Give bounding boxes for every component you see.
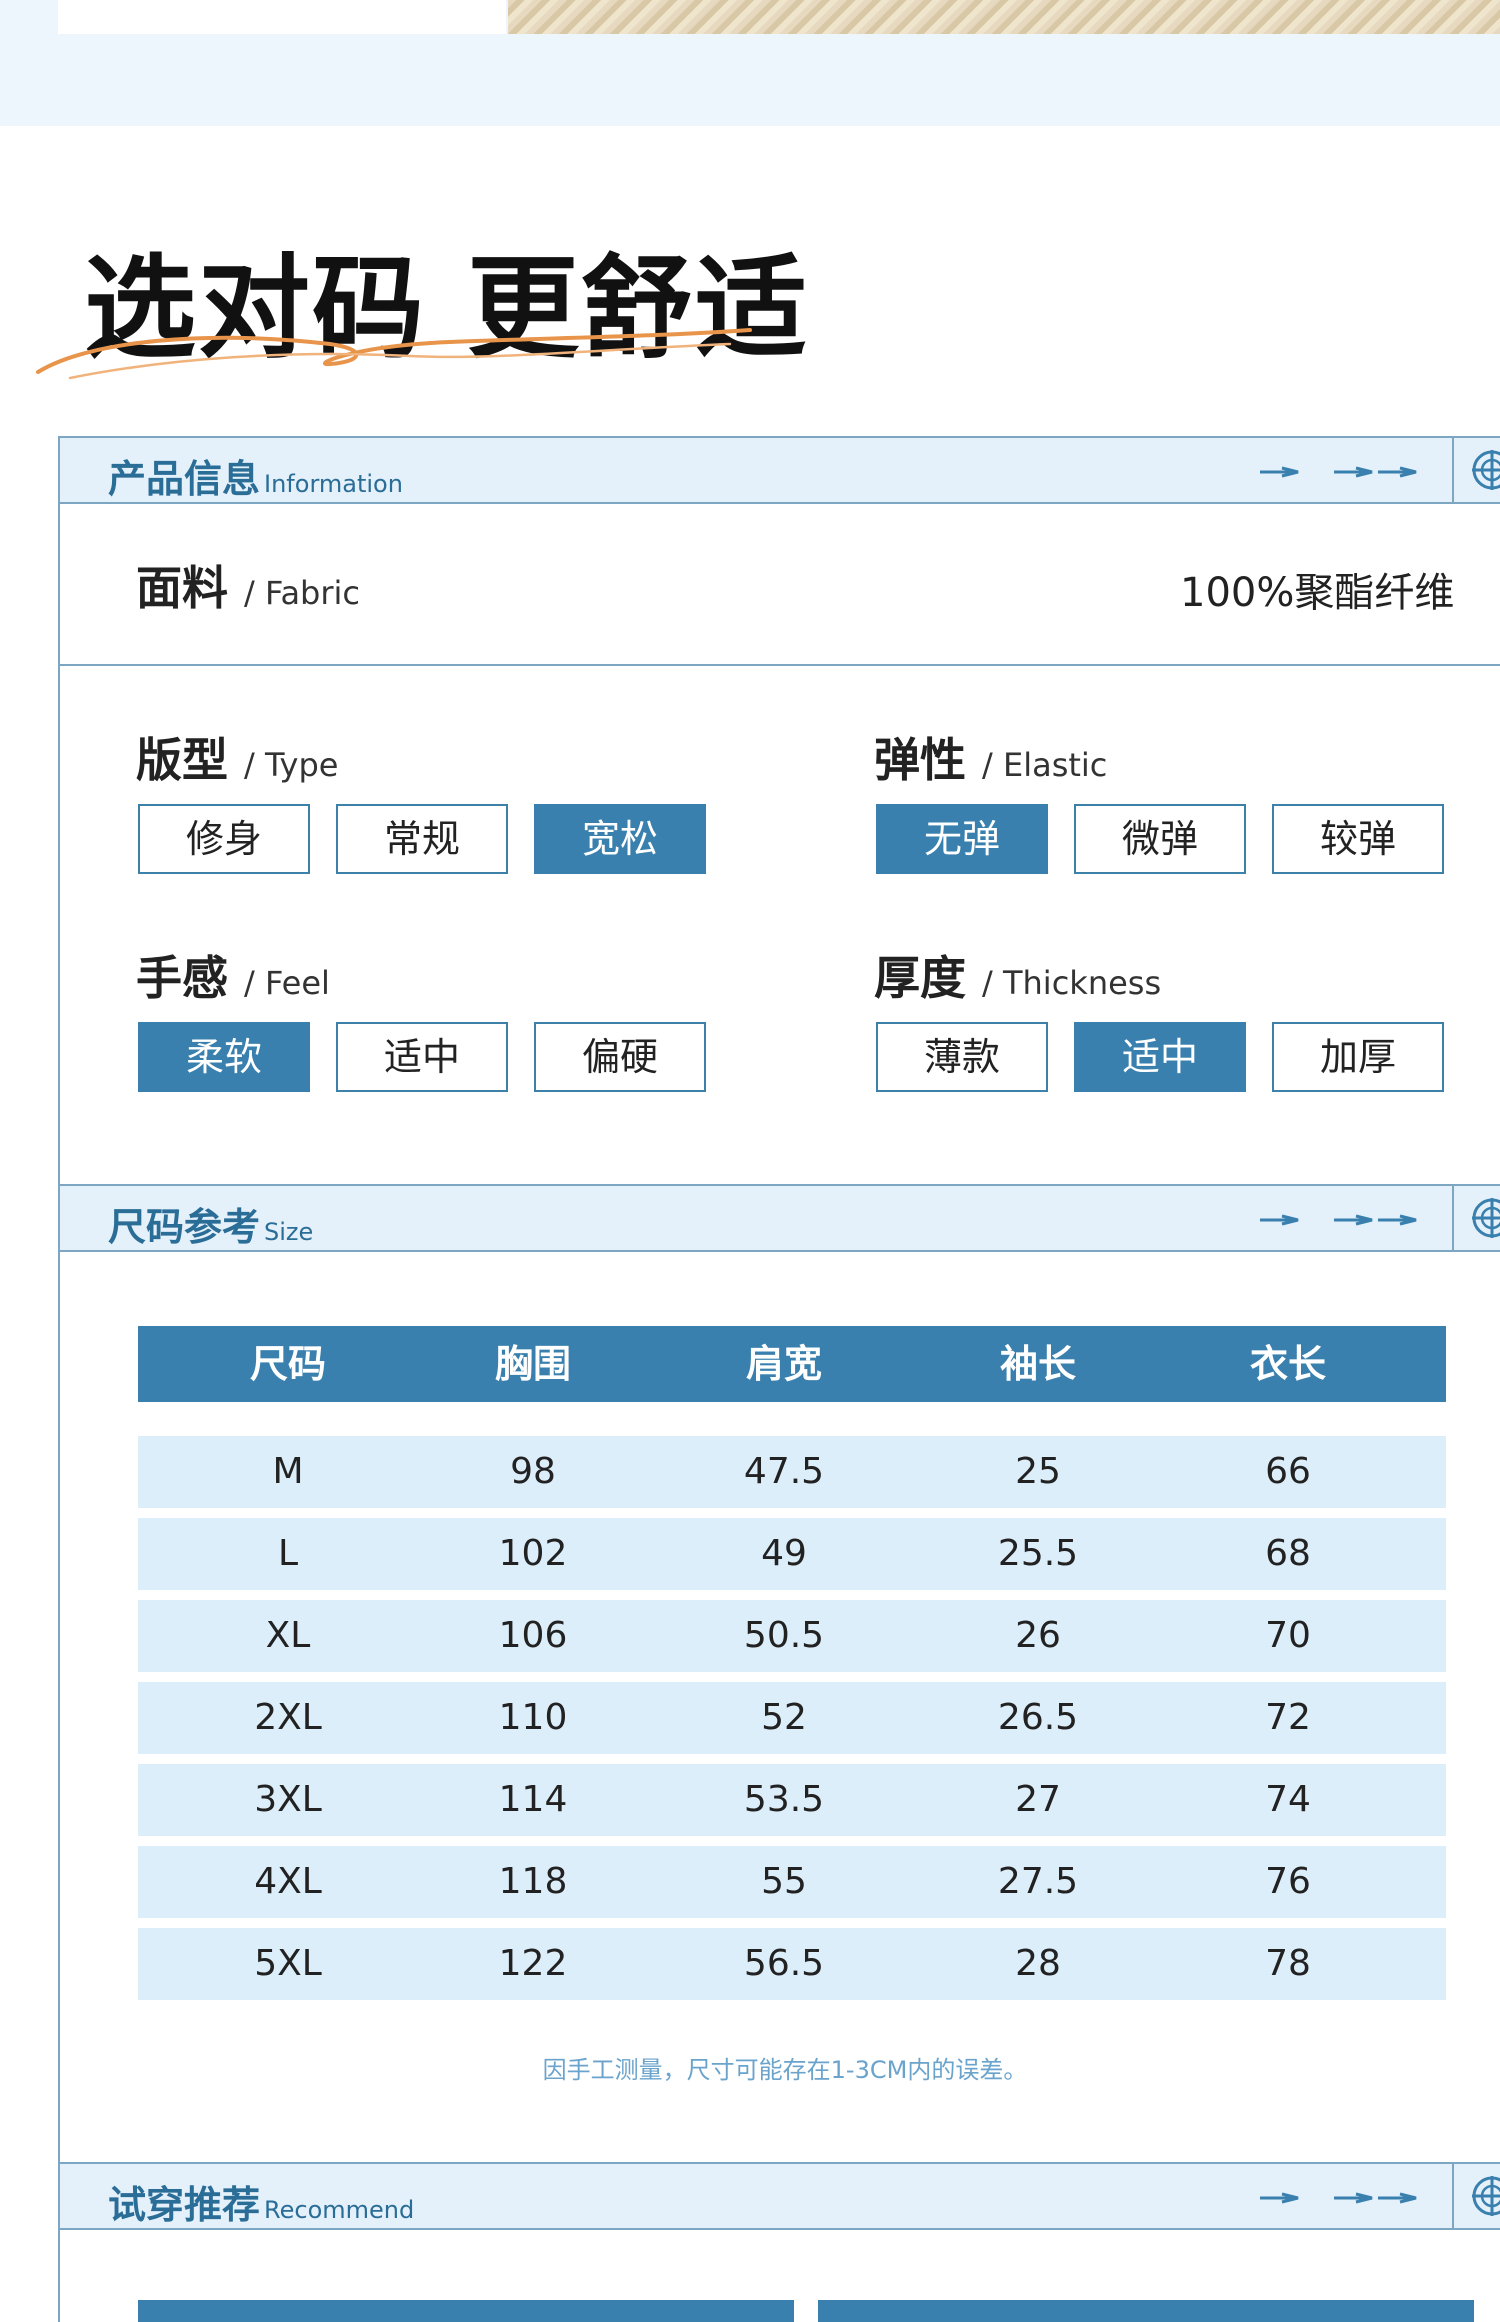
table-cell: L xyxy=(277,1533,299,1574)
table-cell: 74 xyxy=(1265,1779,1311,1820)
type-label: 版型 / Type xyxy=(136,733,339,787)
column-header-sleeve: 袖长 xyxy=(999,1342,1076,1386)
table-cell: 26 xyxy=(1015,1615,1061,1656)
recommend-card xyxy=(138,2300,794,2322)
arrows-decoration-icon xyxy=(1260,2192,1417,2204)
section-title: 尺码参考 xyxy=(108,1205,261,1249)
table-cell: 110 xyxy=(498,1697,568,1738)
table-cell: 53.5 xyxy=(743,1779,825,1820)
section-title: 试穿推荐 xyxy=(108,2183,261,2227)
table-cell: 56.5 xyxy=(743,1943,825,1984)
thickness-option-thick: 加厚 xyxy=(1272,1022,1444,1092)
table-cell: 76 xyxy=(1265,1861,1311,1902)
type-option-loose: 宽松 xyxy=(534,804,706,874)
table-row: L 102 49 25.5 68 xyxy=(138,1518,1446,1590)
table-cell: 25 xyxy=(1015,1451,1061,1492)
table-cell: 78 xyxy=(1265,1943,1311,1984)
fabric-label: 面料 / Fabric xyxy=(136,561,360,615)
elastic-option-slight: 微弹 xyxy=(1074,804,1246,874)
column-header-chest: 胸围 xyxy=(494,1342,571,1386)
table-cell: 66 xyxy=(1265,1451,1311,1492)
table-row: 4XL 118 55 27.5 76 xyxy=(138,1846,1446,1918)
elastic-label: 弹性 / Elastic xyxy=(874,733,1108,787)
crosshair-globe-icon xyxy=(1472,450,1500,490)
table-cell: 72 xyxy=(1265,1697,1311,1738)
crosshair-globe-icon xyxy=(1472,1198,1500,1238)
section-header-information: 产品信息 Information xyxy=(60,436,1500,504)
table-cell: 68 xyxy=(1265,1533,1311,1574)
feel-label: 手感 / Feel xyxy=(136,951,330,1005)
column-header-size: 尺码 xyxy=(249,1342,326,1386)
table-cell: 50.5 xyxy=(743,1615,825,1656)
top-banner-left-panel xyxy=(58,0,506,34)
table-row: XL 106 50.5 26 70 xyxy=(138,1600,1446,1672)
elastic-option-stretchy: 较弹 xyxy=(1272,804,1444,874)
table-cell: 70 xyxy=(1265,1615,1311,1656)
table-cell: 49 xyxy=(761,1533,807,1574)
feel-option-soft: 柔软 xyxy=(138,1022,310,1092)
section-subtitle: Recommend xyxy=(264,2196,415,2224)
table-row: 5XL 122 56.5 28 78 xyxy=(138,1928,1446,2000)
table-cell: 102 xyxy=(498,1533,568,1574)
table-row: 3XL 114 53.5 27 74 xyxy=(138,1764,1446,1836)
table-cell: 28 xyxy=(1015,1943,1061,1984)
thickness-label: 厚度 / Thickness xyxy=(874,951,1162,1005)
thickness-option-thin: 薄款 xyxy=(876,1022,1048,1092)
section-header-recommend: 试穿推荐 Recommend xyxy=(60,2162,1500,2230)
section-title: 产品信息 xyxy=(108,457,261,501)
type-option-regular: 常规 xyxy=(336,804,508,874)
elastic-option-none: 无弹 xyxy=(876,804,1048,874)
table-cell: 98 xyxy=(510,1451,556,1492)
section-subtitle: Size xyxy=(264,1218,314,1246)
fabric-value: 100%聚酯纤维 xyxy=(1180,570,1455,616)
table-cell: 114 xyxy=(498,1779,568,1820)
section-header-size: 尺码参考 Size xyxy=(60,1184,1500,1252)
table-cell: 55 xyxy=(761,1861,807,1902)
arrows-decoration-icon xyxy=(1260,1214,1417,1226)
column-header-shoulder: 肩宽 xyxy=(745,1342,822,1386)
feel-option-medium: 适中 xyxy=(336,1022,508,1092)
table-cell: 122 xyxy=(498,1943,568,1984)
table-cell: 27.5 xyxy=(997,1861,1079,1902)
table-row: 2XL 110 52 26.5 72 xyxy=(138,1682,1446,1754)
size-table-header: 尺码 胸围 肩宽 袖长 衣长 xyxy=(138,1326,1446,1402)
frame-left-border xyxy=(58,436,60,2322)
table-cell: XL xyxy=(265,1615,311,1656)
thickness-option-medium: 适中 xyxy=(1074,1022,1246,1092)
table-cell: 4XL xyxy=(254,1861,322,1902)
table-cell: 106 xyxy=(498,1615,568,1656)
table-cell: 5XL xyxy=(254,1943,322,1984)
recommend-card xyxy=(818,2300,1474,2322)
section-subtitle: Information xyxy=(264,470,403,498)
crosshair-globe-icon xyxy=(1472,2176,1500,2216)
type-option-slim: 修身 xyxy=(138,804,310,874)
table-cell: M xyxy=(272,1451,304,1492)
table-cell: 26.5 xyxy=(997,1697,1079,1738)
table-cell: 118 xyxy=(498,1861,568,1902)
table-cell: 27 xyxy=(1015,1779,1061,1820)
fabric-divider xyxy=(60,664,1500,666)
measurement-note: 因手工测量，尺寸可能存在1-3CM内的误差。 xyxy=(542,2056,1028,2084)
table-cell: 2XL xyxy=(254,1697,322,1738)
table-cell: 47.5 xyxy=(743,1451,825,1492)
feel-option-stiff: 偏硬 xyxy=(534,1022,706,1092)
fabric-texture-image xyxy=(508,0,1500,34)
table-row: M 98 47.5 25 66 xyxy=(138,1436,1446,1508)
table-cell: 52 xyxy=(761,1697,807,1738)
table-cell: 3XL xyxy=(254,1779,322,1820)
headline-underline-swoosh xyxy=(36,328,752,380)
column-header-length: 衣长 xyxy=(1249,1342,1326,1386)
arrows-decoration-icon xyxy=(1260,466,1417,478)
table-cell: 25.5 xyxy=(997,1533,1079,1574)
